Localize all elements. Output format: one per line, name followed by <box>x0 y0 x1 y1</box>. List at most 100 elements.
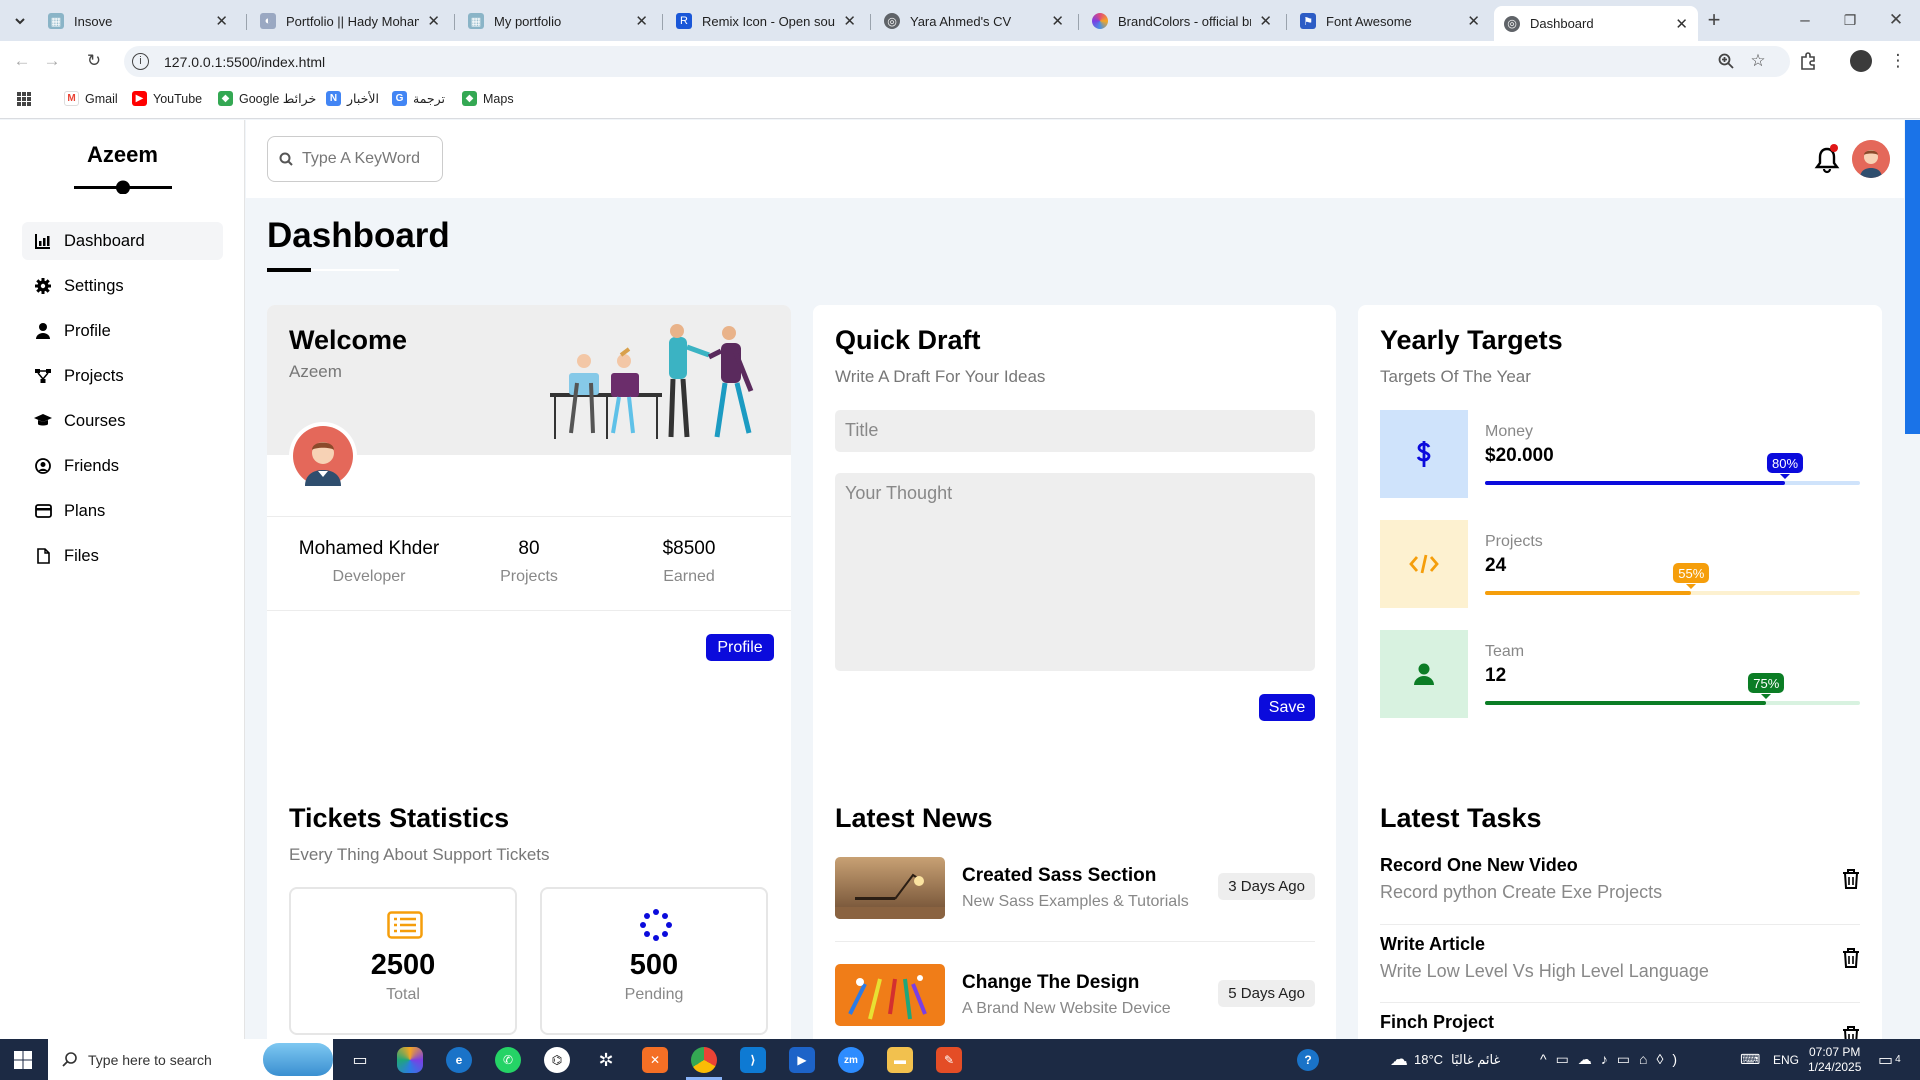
site-info-icon[interactable]: i <box>132 53 149 70</box>
close-tab-icon[interactable]: ✕ <box>843 12 856 30</box>
system-tray-icons[interactable]: ^▭☁♪▭⌂◊) <box>1540 1039 1686 1080</box>
close-tab-icon[interactable]: ✕ <box>1675 15 1688 33</box>
xampp-icon[interactable]: ✕ <box>642 1047 668 1073</box>
close-tab-icon[interactable]: ✕ <box>635 12 648 30</box>
close-tab-icon[interactable]: ✕ <box>427 12 440 30</box>
tab-search-icon[interactable] <box>8 9 32 33</box>
whatsapp-icon[interactable]: ✆ <box>495 1047 521 1073</box>
browser-tab-active[interactable]: ◎ Dashboard ✕ <box>1494 6 1698 41</box>
reload-icon[interactable]: ↻ <box>82 49 106 73</box>
zoom-icon[interactable] <box>1714 49 1738 73</box>
bookmark-youtube[interactable]: ▶ YouTube <box>132 91 202 106</box>
browser-tab[interactable]: ⚑ Font Awesome ✕ <box>1290 6 1490 36</box>
tab-favicon-icon <box>1092 13 1108 29</box>
news-item[interactable]: Change The Design A Brand New Website De… <box>835 964 1315 1028</box>
edge-icon[interactable]: e <box>446 1047 472 1073</box>
target-percent-badge: 75% <box>1748 673 1785 699</box>
close-tab-icon[interactable]: ✕ <box>1467 12 1480 30</box>
stat-earned: $8500 Earned <box>609 538 769 586</box>
profile-button[interactable]: Profile <box>706 634 774 661</box>
trash-icon[interactable] <box>1842 1026 1860 1039</box>
task-desc: Write Low Level Vs High Level Language <box>1380 961 1709 981</box>
profile-avatar-icon[interactable] <box>1850 50 1872 72</box>
apps-icon[interactable] <box>16 91 32 107</box>
brand-underline <box>74 180 172 194</box>
taskbar-search-input[interactable]: Type here to search <box>48 1039 333 1080</box>
globe-icon: ◎ <box>1504 15 1520 32</box>
search-input[interactable]: Type A KeyWord <box>267 136 443 182</box>
user-role: Developer <box>332 568 406 585</box>
clock[interactable]: 07:07 PM 1/24/2025 <box>1808 1039 1861 1080</box>
bookmarks-bar: M Gmail ▶ YouTube ◆ Google خرائط N الأخبار G… <box>0 81 1920 119</box>
address-bar[interactable]: i 127.0.0.1:5500/index.html <box>124 46 1790 77</box>
bookmark-news[interactable]: N الأخبار <box>326 91 379 106</box>
page-scrollbar-thumb[interactable] <box>1905 120 1920 434</box>
tickets-card: Tickets Statistics Every Thing About Sup… <box>267 783 791 1039</box>
browser-toolbar: ← → ↻ i 127.0.0.1:5500/index.html ☆ ⋮ <box>0 41 1920 81</box>
sidebar-item-files[interactable]: Files <box>22 537 223 575</box>
browser-tab[interactable]: BrandColors - official brand ✕ <box>1082 6 1282 36</box>
sidebar-item-projects[interactable]: Projects <box>22 357 223 395</box>
minimize-icon[interactable]: – <box>1793 8 1817 32</box>
task-title: Finch Project <box>1380 1012 1495 1032</box>
extensions-icon[interactable] <box>1796 49 1820 73</box>
tab-title: Remix Icon - Open source icon library <box>702 13 835 29</box>
close-tab-icon[interactable]: ✕ <box>1051 12 1064 30</box>
help-icon[interactable]: ? <box>1297 1039 1319 1080</box>
browser-tab[interactable]: ▦ My portfolio ✕ <box>458 6 658 36</box>
notification-center-icon[interactable]: ▭ 4 <box>1878 1039 1901 1080</box>
bookmark-star-icon[interactable]: ☆ <box>1746 49 1770 73</box>
zoom-app-icon[interactable]: zm <box>838 1047 864 1073</box>
sidebar-item-dashboard[interactable]: Dashboard <box>22 222 223 260</box>
weather-widget[interactable]: ☁ 18°C غائم غالبًا <box>1390 1039 1500 1080</box>
brand-title: Azeem <box>87 142 158 167</box>
task-item: Finch Project <box>1380 1012 1860 1039</box>
news-item[interactable]: Created Sass Section New Sass Examples &… <box>835 857 1315 921</box>
new-tab-icon[interactable]: + <box>1702 7 1726 32</box>
bookmark-gmail[interactable]: M Gmail <box>64 91 118 106</box>
chatgpt-icon[interactable]: ✲ <box>593 1047 619 1073</box>
tickets-subtitle: Every Thing About Support Tickets <box>289 845 550 864</box>
draft-body-textarea[interactable]: Your Thought <box>835 473 1315 671</box>
language-indicator[interactable]: ENG <box>1773 1039 1799 1080</box>
notification-bell-icon[interactable] <box>1814 144 1840 174</box>
keyboard-icon[interactable]: ⌨ <box>1740 1039 1760 1080</box>
sidebar-item-plans[interactable]: Plans <box>22 492 223 530</box>
trash-icon[interactable] <box>1842 869 1860 889</box>
windows-start-icon[interactable] <box>14 1051 32 1069</box>
trash-icon[interactable] <box>1842 948 1860 968</box>
sidebar-item-courses[interactable]: Courses <box>22 402 223 440</box>
forward-icon[interactable]: → <box>40 49 64 73</box>
tickets-title: Tickets Statistics <box>289 803 510 833</box>
avatar[interactable] <box>1852 140 1890 178</box>
github-icon[interactable]: ⌬ <box>544 1047 570 1073</box>
copilot-icon[interactable] <box>397 1047 423 1073</box>
browser-tab[interactable]: ◐ Portfolio || Hady Mohamed ✕ <box>250 6 450 36</box>
browser-tab[interactable]: ◎ Yara Ahmed's CV ✕ <box>874 6 1074 36</box>
close-window-icon[interactable]: ✕ <box>1884 8 1908 32</box>
sidebar-item-friends[interactable]: Friends <box>22 447 223 485</box>
bookmark-google-maps[interactable]: ◆ Google خرائط <box>218 91 316 106</box>
menu-icon[interactable]: ⋮ <box>1886 49 1910 73</box>
app-icon[interactable]: ✎ <box>936 1047 962 1073</box>
close-tab-icon[interactable]: ✕ <box>1259 12 1272 30</box>
media-player-icon[interactable]: ▶ <box>789 1047 815 1073</box>
task-view-icon[interactable]: ▭ <box>347 1047 373 1073</box>
browser-tab[interactable]: R Remix Icon - Open source icon library … <box>666 6 866 36</box>
back-icon[interactable]: ← <box>10 49 34 73</box>
bookmark-translate[interactable]: G ترجمة <box>392 91 445 106</box>
bookmark-maps[interactable]: ◆ Maps <box>462 91 514 106</box>
sidebar-item-settings[interactable]: Settings <box>22 267 223 305</box>
vscode-icon[interactable]: ⟩ <box>740 1047 766 1073</box>
browser-tab[interactable]: ▦ Insove ✕ <box>38 6 238 36</box>
credit-card-icon <box>34 502 52 520</box>
tab-title: Portfolio || Hady Mohamed <box>286 13 419 29</box>
draft-title: Quick Draft <box>835 325 981 355</box>
file-explorer-icon[interactable]: ▬ <box>887 1047 913 1073</box>
close-tab-icon[interactable]: ✕ <box>215 12 228 30</box>
save-button[interactable]: Save <box>1259 694 1315 721</box>
restore-icon[interactable]: ❐ <box>1838 8 1862 32</box>
chrome-icon[interactable] <box>691 1047 717 1073</box>
sidebar-item-profile[interactable]: Profile <box>22 312 223 350</box>
draft-title-input[interactable]: Title <box>835 410 1315 452</box>
